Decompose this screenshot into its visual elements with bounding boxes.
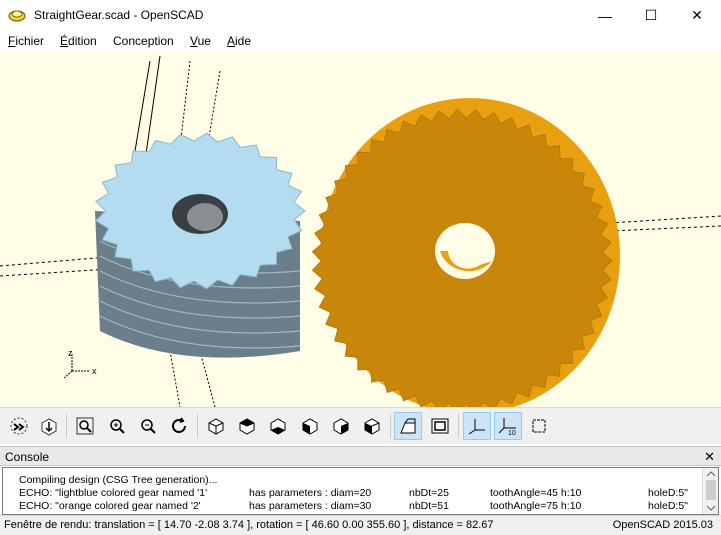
- view-back-button[interactable]: [358, 412, 386, 440]
- reset-view-button[interactable]: [165, 412, 193, 440]
- perspective-button[interactable]: [394, 412, 422, 440]
- menu-vue[interactable]: Vue: [190, 34, 211, 48]
- show-scale-icon: 10: [498, 418, 516, 436]
- show-edges-icon: [532, 419, 546, 433]
- gear-scene: z x: [0, 55, 721, 407]
- close-icon: ✕: [691, 7, 703, 23]
- zoom-in-button[interactable]: [103, 412, 131, 440]
- show-axes-icon: [468, 419, 485, 435]
- render-status: Fenêtre de rendu: translation = [ 14.70 …: [4, 519, 494, 531]
- view-right-icon: [208, 418, 224, 435]
- zoom-in-icon: [110, 419, 125, 434]
- openscad-app-icon: [8, 10, 26, 22]
- zoom-out-icon: [141, 419, 156, 434]
- view-right-button[interactable]: [202, 412, 230, 440]
- console-params: has parameters : diam=30: [249, 500, 372, 512]
- console-title: Console: [5, 450, 50, 464]
- console-angle: toothAngle=75 h:10: [490, 500, 582, 512]
- view-left-button[interactable]: [296, 412, 324, 440]
- axis-z-label: z: [68, 348, 73, 358]
- console-nbdt: nbDt=25: [409, 487, 449, 499]
- console-hole: holeD:5": [648, 487, 688, 499]
- console-angle: toothAngle=45 h:10: [490, 487, 582, 499]
- view-bottom-icon: [270, 418, 286, 435]
- console-line: ECHO: "orange colored gear named '2': [19, 500, 201, 512]
- orange-gear: [311, 98, 620, 407]
- menu-conception[interactable]: Conception: [113, 34, 174, 48]
- console-panel-header: Console ✕: [0, 446, 721, 466]
- console-scrollbar[interactable]: [702, 468, 718, 514]
- view-front-button[interactable]: [327, 412, 355, 440]
- maximize-button[interactable]: ☐: [628, 0, 674, 31]
- view-top-button[interactable]: [233, 412, 261, 440]
- orthogonal-button[interactable]: [426, 412, 454, 440]
- view-left-icon: [302, 418, 318, 435]
- view-bottom-button[interactable]: [264, 412, 292, 440]
- view-front-icon: [333, 418, 349, 435]
- lightblue-gear: [94, 132, 306, 358]
- console-output[interactable]: Compiling design (CSG Tree generation)..…: [2, 467, 719, 515]
- close-window-button[interactable]: ✕: [674, 0, 720, 31]
- menu-bar: Fichier Édition Conception Vue Aide: [0, 31, 721, 51]
- console-line: ECHO: "lightblue colored gear named '1': [19, 487, 208, 499]
- view-all-button[interactable]: [71, 412, 99, 440]
- console-params: has parameters : diam=20: [249, 487, 372, 499]
- show-edges-button[interactable]: [525, 412, 553, 440]
- minimize-button[interactable]: —: [582, 0, 628, 31]
- scroll-arrows-icon: [706, 471, 716, 511]
- menu-edition[interactable]: Édition: [60, 34, 97, 48]
- view-back-icon: [364, 418, 380, 435]
- view-toolbar: 10: [0, 407, 721, 444]
- view-top-icon: [239, 418, 255, 435]
- show-axes-button[interactable]: [463, 412, 491, 440]
- console-hole: holeD:5": [648, 500, 688, 512]
- status-bar: Fenêtre de rendu: translation = [ 14.70 …: [0, 515, 721, 535]
- version-label: OpenSCAD 2015.03: [612, 519, 713, 531]
- console-nbdt: nbDt=51: [409, 500, 449, 512]
- maximize-icon: ☐: [644, 7, 658, 23]
- window-title: StraightGear.scad - OpenSCAD: [34, 8, 204, 22]
- render-button[interactable]: [35, 412, 63, 440]
- zoom-out-button[interactable]: [134, 412, 162, 440]
- view-all-icon: [76, 417, 94, 435]
- render-viewport[interactable]: z x: [0, 51, 721, 407]
- render-icon: [41, 418, 57, 436]
- minimize-icon: —: [598, 7, 612, 24]
- menu-aide[interactable]: Aide: [227, 34, 251, 48]
- show-scale-button[interactable]: 10: [494, 412, 522, 440]
- menu-fichier[interactable]: Fichier: [8, 34, 44, 48]
- preview-icon: [10, 417, 28, 435]
- close-icon[interactable]: ✕: [704, 449, 715, 465]
- svg-text:10: 10: [508, 430, 516, 436]
- title-bar: StraightGear.scad - OpenSCAD — ☐ ✕: [0, 0, 721, 31]
- preview-button[interactable]: [5, 412, 33, 440]
- reset-view-icon: [172, 417, 186, 433]
- axis-x-label: x: [92, 366, 97, 376]
- perspective-icon: [400, 418, 416, 434]
- console-line: Compiling design (CSG Tree generation)..…: [19, 474, 218, 486]
- orthogonal-icon: [431, 418, 449, 434]
